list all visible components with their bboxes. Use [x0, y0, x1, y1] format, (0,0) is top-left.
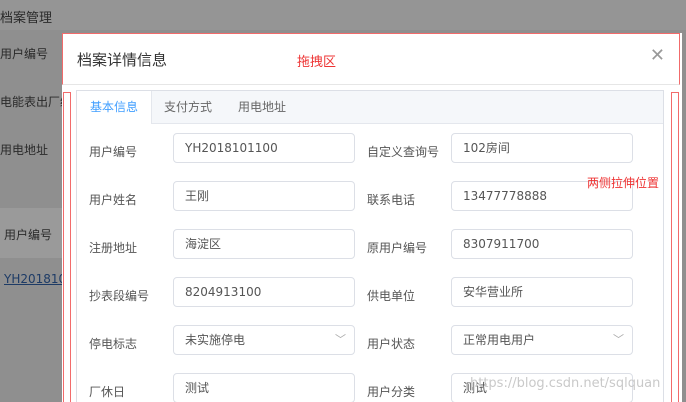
label-custom-query: 自定义查询号: [367, 145, 440, 159]
label-meter-section: 抄表段编号: [89, 289, 150, 303]
bg-table-link[interactable]: YH2018101: [4, 272, 62, 286]
outage-flag-value: 未实施停电: [185, 333, 246, 347]
label-user-category: 用户分类: [367, 385, 416, 399]
stretch-handle-left[interactable]: [63, 92, 71, 402]
supply-unit-field[interactable]: 安华营业所: [451, 277, 633, 307]
drag-zone-label: 拖拽区: [297, 55, 337, 70]
dialog-header-drag-area[interactable]: 档案详情信息 拖拽区 ✕: [62, 33, 680, 85]
chevron-down-icon[interactable]: ﹀: [335, 326, 346, 354]
bg-table-col-user-code: 用户编号: [4, 228, 53, 242]
label-reg-address: 注册地址: [89, 241, 138, 255]
stretch-hint-label: 两侧拉伸位置: [587, 176, 660, 190]
bg-label-address: 用电地址: [0, 143, 49, 157]
meter-section-field[interactable]: 8204913100: [173, 277, 355, 307]
tab-panel: 基本信息 支付方式 用电地址 用户编号 YH2018101100 自定义查询号 …: [76, 90, 664, 402]
chevron-down-icon[interactable]: ﹀: [613, 326, 624, 354]
label-supply-unit: 供电单位: [367, 289, 416, 303]
label-orig-user-code: 原用户编号: [367, 241, 428, 255]
tab-address[interactable]: 用电地址: [225, 91, 299, 123]
label-user-name: 用户姓名: [89, 193, 138, 207]
user-name-field[interactable]: 王刚: [173, 181, 355, 211]
label-phone: 联系电话: [367, 193, 416, 207]
custom-query-field[interactable]: 102房间: [451, 133, 633, 163]
page-title: 档案管理: [0, 11, 53, 26]
label-rest-day: 厂休日: [89, 385, 126, 399]
page-header: [0, 0, 686, 30]
user-status-select[interactable]: 正常用电用户 ﹀: [451, 325, 633, 355]
archive-detail-dialog: 档案详情信息 拖拽区 ✕ 基本信息 支付方式 用电地址 用户编号 YH20181…: [62, 33, 682, 402]
user-code-field[interactable]: YH2018101100: [173, 133, 355, 163]
tab-payment[interactable]: 支付方式: [151, 91, 225, 123]
outage-flag-select[interactable]: 未实施停电 ﹀: [173, 325, 355, 355]
tab-basic-info[interactable]: 基本信息: [77, 91, 152, 124]
bg-label-user-code: 用户编号: [0, 47, 49, 61]
label-user-code: 用户编号: [89, 145, 138, 159]
user-status-value: 正常用电用户: [463, 333, 536, 347]
close-icon[interactable]: ✕: [650, 45, 665, 66]
watermark: https://blog.csdn.net/sqlquan: [470, 376, 661, 391]
rest-day-field[interactable]: 测试: [173, 373, 355, 402]
dialog-title: 档案详情信息: [77, 51, 168, 69]
label-outage-flag: 停电标志: [89, 337, 138, 351]
label-user-status: 用户状态: [367, 337, 416, 351]
orig-user-code-field[interactable]: 8307911700: [451, 229, 633, 259]
tab-bar: 基本信息 支付方式 用电地址: [77, 91, 663, 124]
stretch-handle-right[interactable]: [671, 92, 679, 402]
reg-address-field[interactable]: 海淀区: [173, 229, 355, 259]
